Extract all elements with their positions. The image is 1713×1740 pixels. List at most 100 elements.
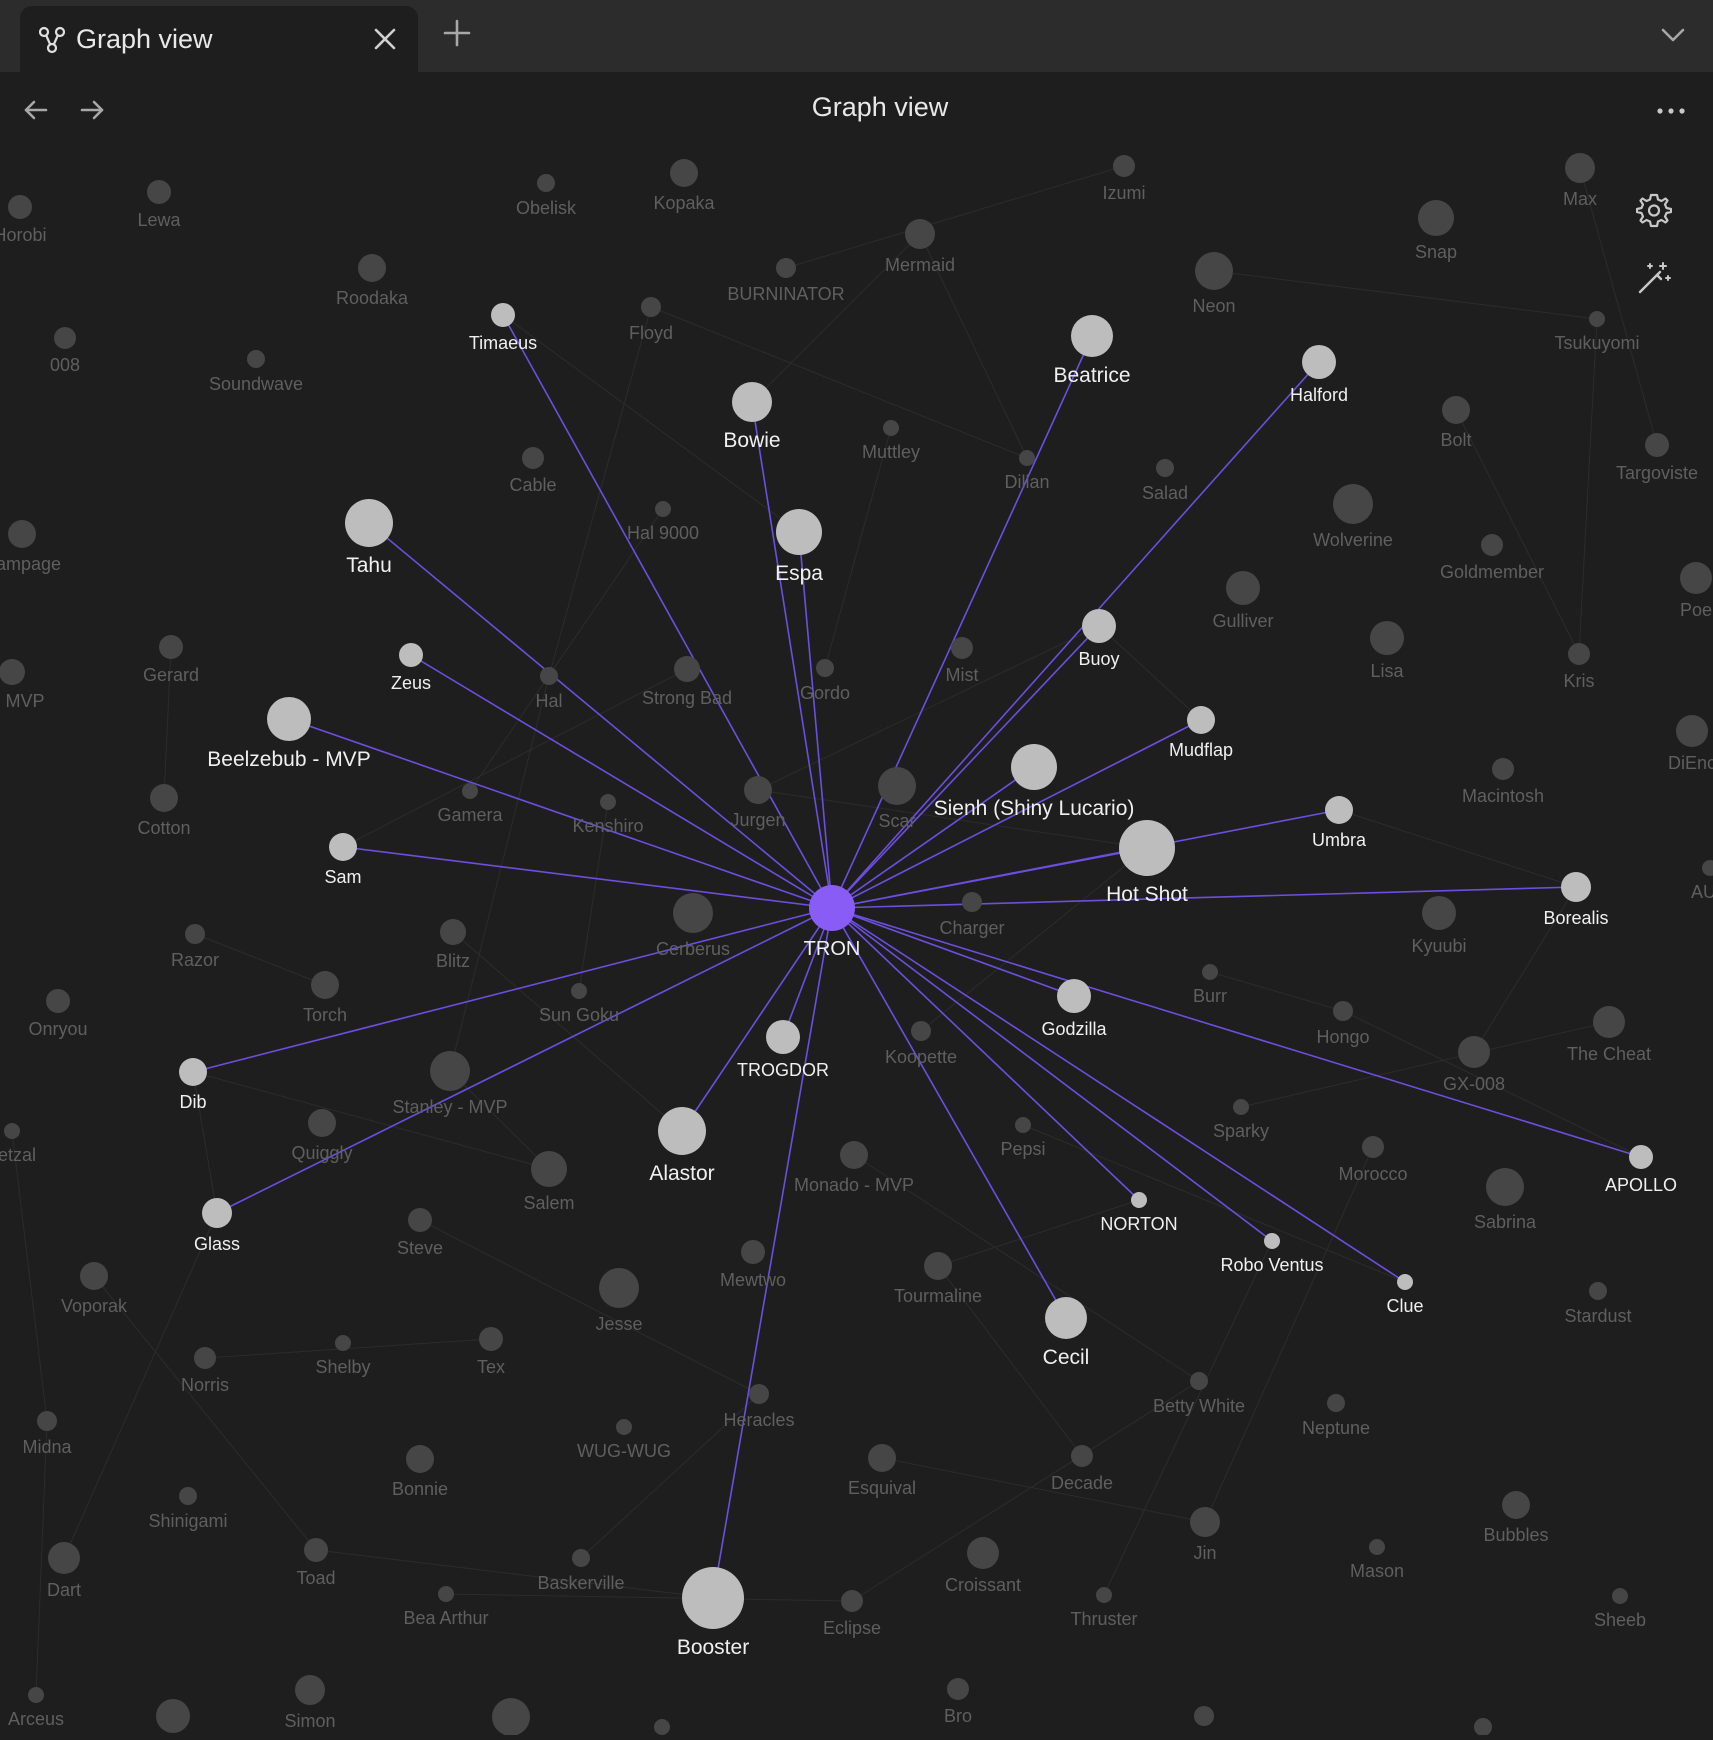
- graph-node-norton[interactable]: NORTON: [1100, 1192, 1178, 1234]
- node-circle[interactable]: [247, 350, 265, 368]
- graph-node-mist[interactable]: Mist: [946, 637, 979, 685]
- graph-node-kopaka[interactable]: Kopaka: [653, 159, 716, 213]
- graph-node-stardust[interactable]: Stardust: [1564, 1282, 1632, 1326]
- node-circle[interactable]: [1233, 1099, 1249, 1115]
- node-circle[interactable]: [358, 254, 386, 282]
- node-circle[interactable]: [408, 1208, 432, 1232]
- node-circle[interactable]: [670, 159, 698, 187]
- node-circle[interactable]: [430, 1051, 470, 1091]
- graph-node-kyuubi[interactable]: Kyuubi: [1411, 896, 1467, 956]
- graph-node-onryou[interactable]: Onryou: [28, 989, 88, 1039]
- node-circle[interactable]: [1156, 459, 1174, 477]
- node-circle[interactable]: [1019, 450, 1035, 466]
- node-circle[interactable]: [1492, 758, 1514, 780]
- node-circle[interactable]: [0, 659, 25, 685]
- graph-node-floyd[interactable]: Floyd: [629, 297, 673, 343]
- node-circle[interactable]: [883, 420, 899, 436]
- node-circle[interactable]: [1194, 1706, 1214, 1726]
- graph-node-goldmember[interactable]: Goldmember: [1440, 534, 1544, 582]
- node-circle[interactable]: [1502, 1491, 1530, 1519]
- node-circle[interactable]: [655, 501, 671, 517]
- node-circle[interactable]: [951, 637, 973, 659]
- graph-node-008[interactable]: 008: [50, 327, 80, 375]
- node-circle[interactable]: [1057, 979, 1091, 1013]
- node-circle[interactable]: [345, 499, 393, 547]
- node-circle[interactable]: [911, 1021, 931, 1041]
- graph-node-izumi[interactable]: Izumi: [1102, 155, 1146, 203]
- node-circle[interactable]: [658, 1107, 706, 1155]
- magic-wand-icon[interactable]: [1636, 260, 1672, 296]
- node-circle[interactable]: [28, 1687, 44, 1703]
- node-circle[interactable]: [1011, 744, 1057, 790]
- graph-node-tourmaline[interactable]: Tourmaline: [894, 1252, 982, 1306]
- node-circle[interactable]: [776, 258, 796, 278]
- node-circle[interactable]: [1333, 484, 1373, 524]
- node-circle[interactable]: [531, 1151, 567, 1187]
- graph-node-timaeus[interactable]: Timaeus: [469, 303, 537, 353]
- node-circle[interactable]: [295, 1675, 325, 1705]
- graph-node-stanley-mvp[interactable]: Stanley - MVP: [392, 1051, 508, 1117]
- graph-node-sienh-shiny-lucario-[interactable]: Sienh (Shiny Lucario): [934, 744, 1135, 820]
- node-circle[interactable]: [809, 885, 855, 931]
- graph-node-kris[interactable]: Kris: [1564, 643, 1595, 691]
- node-circle[interactable]: [438, 1586, 454, 1602]
- graph-node-pepsi[interactable]: Pepsi: [1000, 1117, 1046, 1159]
- graph-node-dart[interactable]: Dart: [47, 1542, 81, 1600]
- node-circle[interactable]: [329, 833, 357, 861]
- graph-node-borealis[interactable]: Borealis: [1543, 872, 1609, 928]
- node-circle[interactable]: [924, 1252, 952, 1280]
- node-circle[interactable]: [1458, 1036, 1490, 1068]
- node-circle[interactable]: [1325, 796, 1353, 824]
- graph-node-lisa[interactable]: Lisa: [1370, 621, 1404, 681]
- node-circle[interactable]: [311, 971, 339, 999]
- node-circle[interactable]: [48, 1542, 80, 1574]
- graph-node-morocco[interactable]: Morocco: [1338, 1136, 1408, 1184]
- node-circle[interactable]: [202, 1198, 232, 1228]
- node-circle[interactable]: [1565, 153, 1595, 183]
- node-circle[interactable]: [741, 1240, 765, 1264]
- node-circle[interactable]: [1593, 1006, 1625, 1038]
- node-circle[interactable]: [462, 783, 478, 799]
- node-circle[interactable]: [841, 1590, 863, 1612]
- node-circle[interactable]: [156, 1699, 190, 1733]
- node-circle[interactable]: [1119, 820, 1175, 876]
- node-circle[interactable]: [1195, 252, 1233, 290]
- graph-node-hot-shot[interactable]: Hot Shot: [1106, 820, 1188, 906]
- node-circle[interactable]: [1264, 1233, 1280, 1249]
- node-circle[interactable]: [1645, 433, 1669, 457]
- node-circle[interactable]: [572, 1549, 590, 1567]
- node-circle[interactable]: [1096, 1587, 1112, 1603]
- node-circle[interactable]: [147, 180, 171, 204]
- node-circle[interactable]: [179, 1487, 197, 1505]
- node-circle[interactable]: [947, 1678, 969, 1700]
- node-circle[interactable]: [1474, 1718, 1492, 1736]
- node-circle[interactable]: [46, 989, 70, 1013]
- graph-node-mudflap[interactable]: Mudflap: [1169, 706, 1233, 760]
- node-circle[interactable]: [766, 1020, 800, 1054]
- graph-node-alastor[interactable]: Alastor: [649, 1107, 715, 1185]
- graph-svg[interactable]: Horobi Lewa Obelisk Kopaka Izumi Max Mermaid Sn…: [0, 0, 1713, 1736]
- graph-canvas[interactable]: Horobi Lewa Obelisk Kopaka Izumi Max Mermaid Sn…: [0, 0, 1713, 1736]
- node-circle[interactable]: [1702, 860, 1713, 876]
- node-circle[interactable]: [1045, 1297, 1087, 1339]
- node-circle[interactable]: [1442, 396, 1470, 424]
- node-circle[interactable]: [479, 1327, 503, 1351]
- graph-node-poe[interactable]: Poe: [1680, 562, 1712, 620]
- graph-node-obelisk[interactable]: Obelisk: [516, 174, 577, 218]
- node-circle[interactable]: [399, 643, 423, 667]
- graph-node-koopette[interactable]: Koopette: [885, 1021, 957, 1067]
- graph-node-voporak[interactable]: Voporak: [61, 1262, 128, 1316]
- node-circle[interactable]: [682, 1567, 744, 1629]
- graph-node-unlabeled[interactable]: [492, 1698, 530, 1736]
- graph-node-scar[interactable]: Scar: [878, 767, 916, 831]
- node-circle[interactable]: [522, 447, 544, 469]
- node-circle[interactable]: [1082, 609, 1116, 643]
- graph-node-wug-wug[interactable]: WUG-WUG: [577, 1419, 671, 1461]
- graph-node-jin[interactable]: Jin: [1190, 1507, 1220, 1563]
- node-circle[interactable]: [491, 303, 515, 327]
- graph-node-heracles[interactable]: Heracles: [723, 1384, 795, 1430]
- graph-node-muttley[interactable]: Muttley: [862, 420, 920, 462]
- graph-node-aur[interactable]: AUR: [1691, 860, 1713, 902]
- graph-node-bubbles[interactable]: Bubbles: [1483, 1491, 1549, 1545]
- more-options-icon[interactable]: [1656, 96, 1686, 126]
